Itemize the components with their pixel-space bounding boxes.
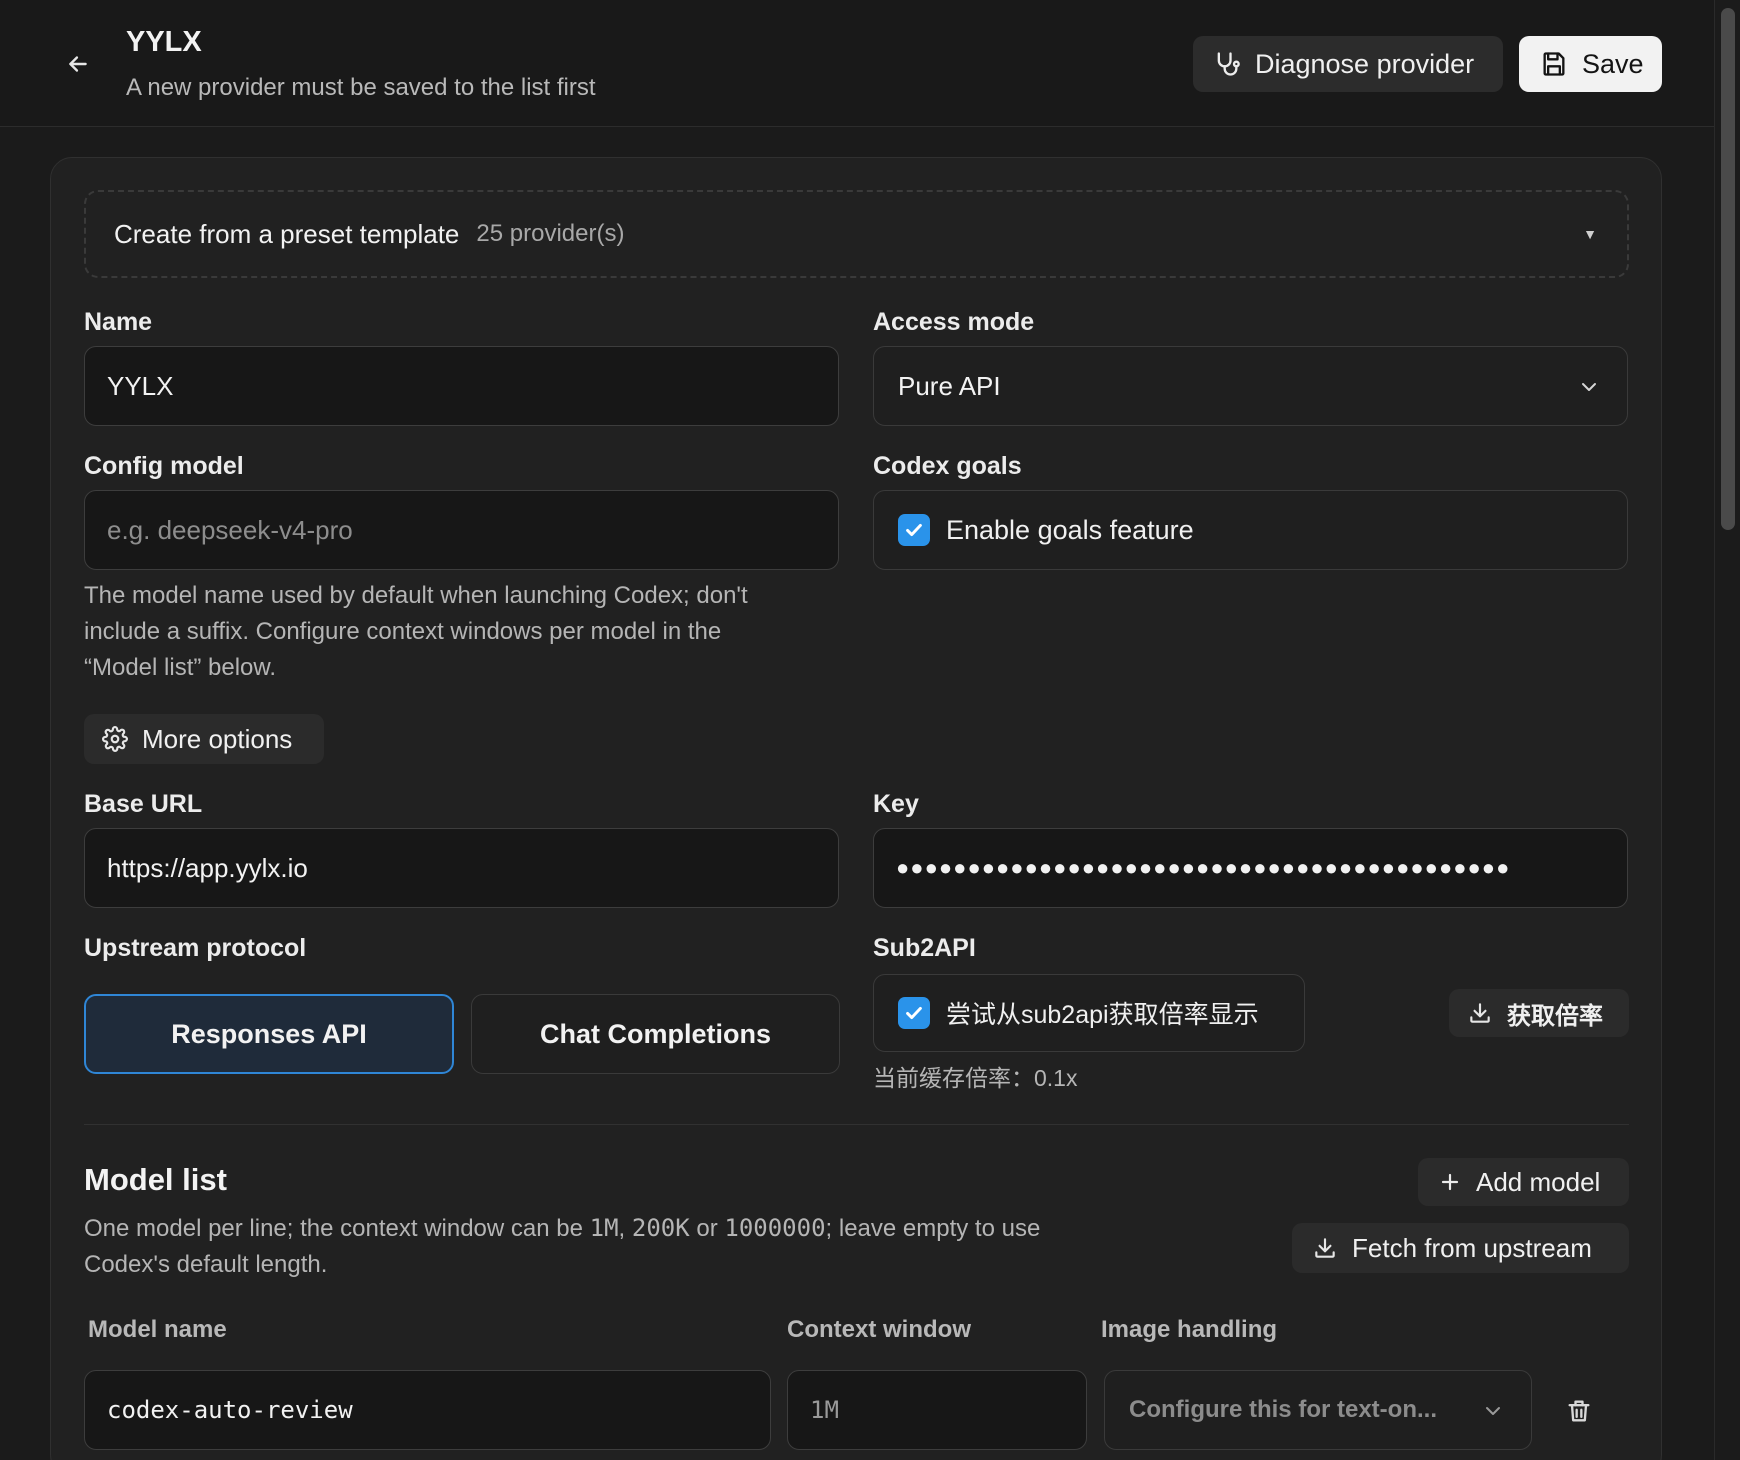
sub2api-checkbox[interactable]: 尝试从sub2api获取倍率显示 — [873, 974, 1305, 1052]
check-icon — [906, 523, 922, 537]
access-mode-value: Pure API — [898, 370, 1001, 401]
description-code: 200K — [631, 1214, 690, 1242]
fetch-rate-label: 获取倍率 — [1507, 1002, 1603, 1030]
codex-goals-label: Codex goals — [873, 452, 1022, 480]
cache-rate-text: 当前缓存倍率：0.1x — [873, 1065, 1078, 1091]
plus-icon — [1441, 1173, 1459, 1191]
scrollbar-thumb[interactable] — [1721, 8, 1735, 530]
back-button[interactable] — [58, 44, 98, 84]
column-header-context-window: Context window — [787, 1316, 971, 1343]
stethoscope-icon — [1217, 52, 1240, 76]
save-label: Save — [1582, 48, 1644, 79]
model-list-description-line: Codex's default length. — [84, 1251, 328, 1278]
enable-goals-label: Enable goals feature — [946, 514, 1194, 545]
preset-template-label: Create from a preset template — [114, 218, 460, 249]
protocol-responses-api-button[interactable]: Responses API — [84, 994, 454, 1074]
check-icon — [906, 1006, 922, 1020]
image-handling-select[interactable]: Configure this for text-on... — [1104, 1370, 1532, 1450]
preset-provider-count: 25 provider(s) — [476, 220, 625, 247]
fetch-rate-button[interactable]: 获取倍率 — [1449, 989, 1629, 1037]
column-header-image-handling: Image handling — [1101, 1316, 1278, 1343]
download-icon — [1315, 1238, 1335, 1258]
description-code: 1000000 — [724, 1214, 826, 1242]
checkbox-checked[interactable] — [898, 997, 930, 1029]
model-list-title: Model list — [84, 1162, 227, 1197]
preset-template-dropdown[interactable]: Create from a preset template 25 provide… — [84, 190, 1629, 278]
fetch-from-upstream-button[interactable]: Fetch from upstream — [1292, 1223, 1629, 1273]
access-mode-label: Access mode — [873, 308, 1035, 336]
checkbox-checked[interactable] — [898, 514, 930, 546]
delete-model-button[interactable] — [1559, 1391, 1599, 1431]
page-subtitle: A new provider must be saved to the list… — [126, 74, 596, 101]
description-text: , — [618, 1215, 632, 1242]
add-model-button[interactable]: Add model — [1418, 1158, 1629, 1206]
more-options-label: More options — [142, 723, 293, 754]
upstream-protocol-label: Upstream protocol — [84, 934, 307, 962]
key-masked-value: ●●●●●●●●●●●●●●●●●●●●●●●●●●●●●●●●●●●●●●●●… — [896, 855, 1511, 880]
description-code: 1M — [589, 1214, 619, 1242]
model-list-description: One model per line; the context window c… — [84, 1210, 1194, 1283]
chevron-down-icon — [1582, 383, 1596, 391]
diagnose-provider-label: Diagnose provider — [1255, 48, 1475, 79]
model-list-description-line: One model per line; the context window c… — [84, 1210, 1194, 1247]
description-text: or — [689, 1215, 725, 1242]
trash-icon — [1568, 1400, 1590, 1422]
name-label: Name — [84, 308, 153, 336]
column-header-model-name: Model name — [88, 1316, 227, 1343]
key-label: Key — [873, 790, 919, 818]
protocol-chat-completions-button[interactable]: Chat Completions — [471, 994, 840, 1074]
model-name-input[interactable] — [84, 1370, 771, 1450]
config-model-input[interactable] — [84, 490, 839, 570]
chevron-down-icon — [1486, 1407, 1500, 1415]
add-model-label: Add model — [1476, 1166, 1601, 1197]
config-model-help-line: The model name used by default when laun… — [84, 582, 748, 609]
fetch-from-upstream-label: Fetch from upstream — [1352, 1232, 1592, 1263]
config-model-help: The model name used by default when laun… — [84, 578, 864, 686]
protocol-option-label: Responses API — [171, 1018, 367, 1049]
config-model-help-line: include a suffix. Configure context wind… — [84, 618, 722, 645]
more-options-button[interactable]: More options — [84, 714, 324, 764]
enable-goals-checkbox[interactable]: Enable goals feature — [873, 490, 1628, 570]
access-mode-select[interactable]: Pure API — [873, 346, 1628, 426]
config-model-help-line: “Model list” below. — [84, 654, 277, 681]
base-url-label: Base URL — [84, 790, 203, 818]
context-window-input[interactable] — [787, 1370, 1087, 1450]
gear-icon — [102, 726, 128, 752]
download-icon — [1470, 1003, 1490, 1023]
protocol-option-label: Chat Completions — [539, 1018, 771, 1049]
sub2api-checkbox-label: 尝试从sub2api获取倍率显示 — [946, 1001, 1259, 1029]
image-handling-value: Configure this for text-on... — [1129, 1396, 1437, 1423]
save-icon — [1543, 52, 1565, 76]
description-text: One model per line; the context window c… — [84, 1215, 590, 1242]
caret-down-icon: ▼ — [1583, 226, 1597, 242]
diagnose-provider-button[interactable]: Diagnose provider — [1193, 36, 1503, 92]
sub2api-label: Sub2API — [873, 934, 976, 962]
base-url-input[interactable] — [84, 828, 839, 908]
save-button[interactable]: Save — [1519, 36, 1662, 92]
arrow-left-icon — [69, 56, 87, 72]
scrollbar[interactable] — [1714, 0, 1740, 1460]
section-divider — [84, 1124, 1629, 1125]
page-title: YYLX — [126, 26, 202, 58]
config-model-label: Config model — [84, 452, 244, 480]
key-input[interactable]: ●●●●●●●●●●●●●●●●●●●●●●●●●●●●●●●●●●●●●●●●… — [873, 828, 1628, 908]
description-text: ; leave empty to use — [825, 1215, 1041, 1242]
name-input[interactable] — [84, 346, 839, 426]
